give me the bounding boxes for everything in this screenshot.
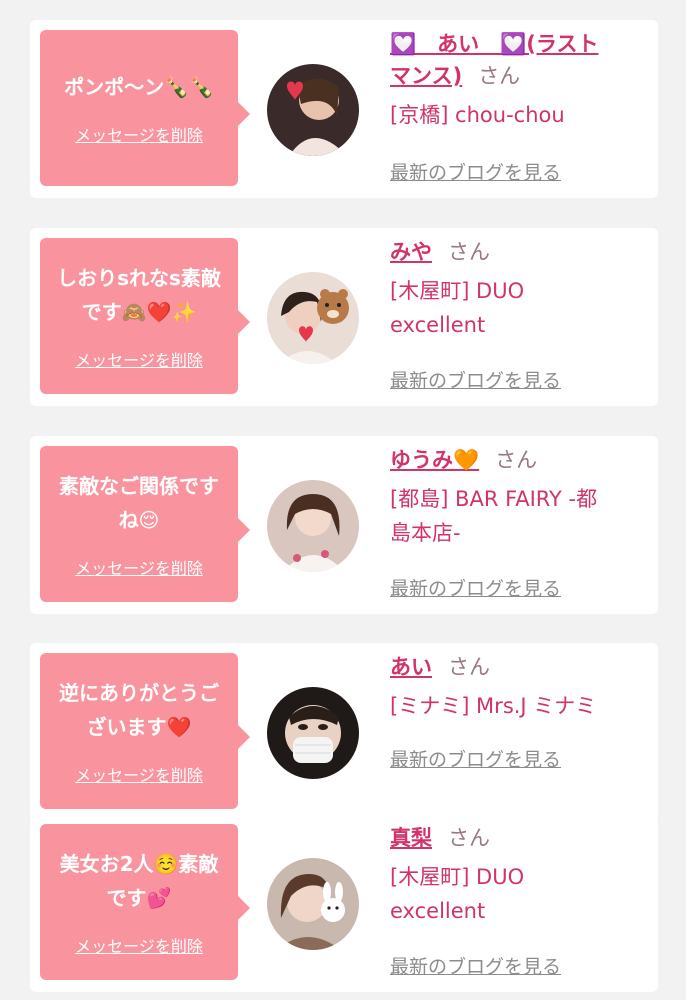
message-card: 美女お2人☺️素敵 です💕 メッセージを削除 真梨 さん [木屋町] DUO ex…: [30, 814, 658, 992]
latest-blog-link[interactable]: 最新のブログを見る: [390, 366, 561, 393]
message-text: 素敵なご関係です ね😌: [59, 474, 219, 532]
honorific-label: さん: [448, 826, 490, 850]
avatar-photo-icon[interactable]: [267, 272, 359, 364]
message-bubble: しおりsれなs素敵 です🙈❤️✨ メッセージを削除: [40, 238, 250, 394]
honorific-label: さん: [448, 240, 490, 264]
honorific-label: さん: [448, 655, 490, 679]
avatar-photo-icon[interactable]: [267, 64, 359, 156]
shop-label: [都島] BAR FAIRY -都 島本店-: [390, 487, 598, 545]
shop-label: [ミナミ] Mrs.J ミナミ: [390, 694, 597, 718]
latest-blog-link[interactable]: 最新のブログを見る: [390, 952, 561, 979]
honorific-label: さん: [495, 448, 538, 472]
delete-message-link[interactable]: メッセージを削除: [75, 347, 203, 371]
avatar-photo-icon[interactable]: [267, 858, 359, 950]
message-text: ポンポ〜ン🍾🍾: [64, 75, 214, 99]
shop-label: [京橋] chou-chou: [390, 103, 565, 127]
user-name-link[interactable]: 真梨: [390, 826, 432, 850]
message-text: しおりsれなs素敵 です🙈❤️✨: [57, 266, 221, 324]
avatar-photo-icon[interactable]: [267, 480, 359, 572]
user-name-link[interactable]: あい: [390, 655, 432, 679]
latest-blog-link[interactable]: 最新のブログを見る: [390, 158, 561, 185]
message-bubble: ポンポ〜ン🍾🍾 メッセージを削除: [40, 30, 250, 186]
delete-message-link[interactable]: メッセージを削除: [75, 762, 203, 786]
message-bubble: 素敵なご関係です ね😌 メッセージを削除: [40, 446, 250, 602]
honorific-label: さん: [478, 64, 521, 88]
delete-message-link[interactable]: メッセージを削除: [75, 122, 203, 146]
message-bubble: 美女お2人☺️素敵 です💕 メッセージを削除: [40, 824, 250, 980]
message-card: 素敵なご関係です ね😌 メッセージを削除 ゆうみ🧡 さん [都島] BAR FAI…: [30, 436, 658, 614]
user-name-link[interactable]: みや: [390, 240, 432, 264]
message-card: 逆にありがとうご ざいます❤️ メッセージを削除 あい さん [ミナミ] Mrs.…: [30, 643, 658, 821]
shop-label: [木屋町] DUO excellent: [390, 279, 525, 337]
delete-message-link[interactable]: メッセージを削除: [75, 933, 203, 957]
latest-blog-link[interactable]: 最新のブログを見る: [390, 574, 561, 601]
message-card: しおりsれなs素敵 です🙈❤️✨ メッセージを削除 みや さん [木屋町] DUO: [30, 228, 658, 406]
avatar-photo-icon[interactable]: [267, 687, 359, 779]
message-card: ポンポ〜ン🍾🍾 メッセージを削除 💟 あい 💟(ラスト マンス) さん [京橋] c…: [30, 20, 658, 198]
message-bubble: 逆にありがとうご ざいます❤️ メッセージを削除: [40, 653, 250, 809]
user-name-link[interactable]: ゆうみ🧡: [390, 448, 479, 472]
latest-blog-link[interactable]: 最新のブログを見る: [390, 745, 561, 772]
delete-message-link[interactable]: メッセージを削除: [75, 555, 203, 579]
message-text: 逆にありがとうご ざいます❤️: [59, 681, 219, 739]
shop-label: [木屋町] DUO excellent: [390, 865, 525, 923]
message-text: 美女お2人☺️素敵 です💕: [59, 852, 219, 910]
